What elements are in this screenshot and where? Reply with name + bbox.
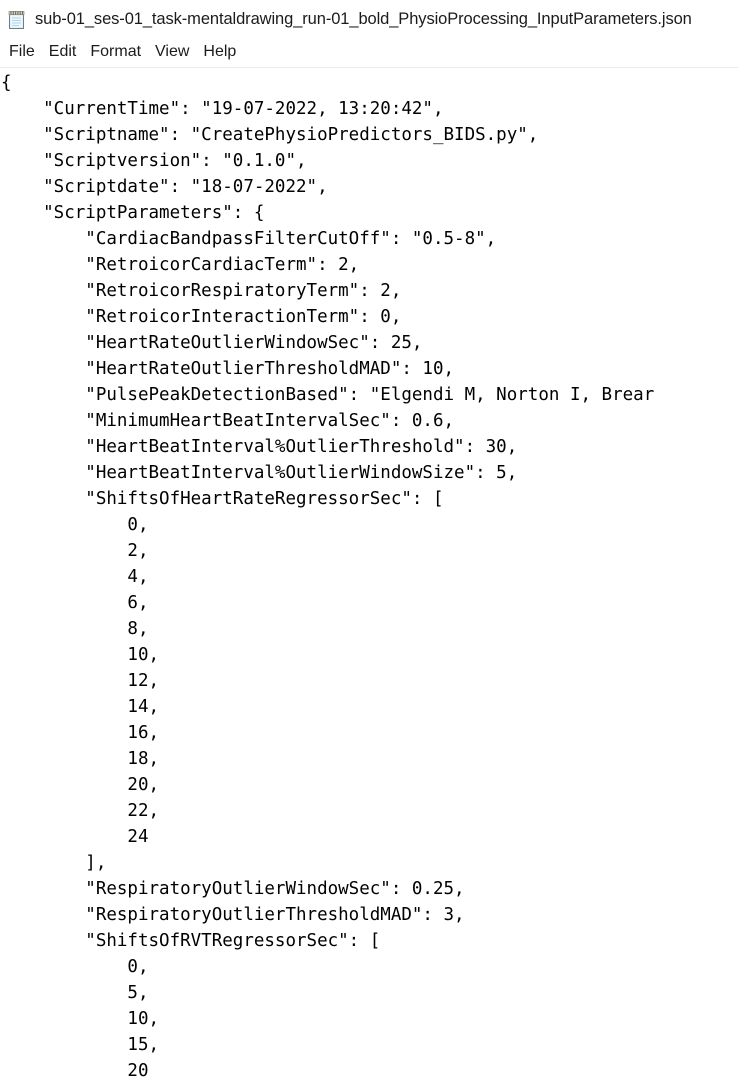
code-line: "Scriptname": "CreatePhysioPredictors_BI… [1, 125, 539, 145]
code-line: 10, [1, 1009, 160, 1029]
title-bar: sub-01_ses-01_task-mentaldrawing_run-01_… [0, 0, 738, 38]
code-line: "HeartBeatInterval%OutlierThreshold": 30… [1, 437, 518, 457]
code-line: 16, [1, 723, 160, 743]
code-line: "Scriptversion": "0.1.0", [1, 151, 307, 171]
code-line: "PulsePeakDetectionBased": "Elgendi M, N… [1, 385, 655, 405]
menu-item-file[interactable]: File [2, 41, 42, 64]
code-line: "CurrentTime": "19-07-2022, 13:20:42", [1, 99, 444, 119]
code-line: 6, [1, 593, 149, 613]
window-title: sub-01_ses-01_task-mentaldrawing_run-01_… [35, 10, 692, 28]
menu-item-help[interactable]: Help [196, 41, 243, 64]
code-line: "RespiratoryOutlierWindowSec": 0.25, [1, 879, 465, 899]
code-line: 18, [1, 749, 160, 769]
code-line: { [1, 73, 12, 93]
code-line: ], [1, 853, 107, 873]
menu-item-view[interactable]: View [148, 41, 196, 64]
menu-item-edit[interactable]: Edit [42, 41, 84, 64]
code-line: 2, [1, 541, 149, 561]
code-line: 20, [1, 775, 160, 795]
code-line: "RespiratoryOutlierThresholdMAD": 3, [1, 905, 465, 925]
code-line: 14, [1, 697, 160, 717]
code-line: "ScriptParameters": { [1, 203, 265, 223]
code-line: 24 [1, 827, 149, 847]
code-line: "HeartRateOutlierWindowSec": 25, [1, 333, 423, 353]
code-line: "MinimumHeartBeatIntervalSec": 0.6, [1, 411, 455, 431]
code-line: 10, [1, 645, 160, 665]
code-line: 0, [1, 957, 149, 977]
code-line: "RetroicorCardiacTerm": 2, [1, 255, 360, 275]
code-line: 5, [1, 983, 149, 1003]
code-line: "Scriptdate": "18-07-2022", [1, 177, 328, 197]
menu-bar: File Edit Format View Help [0, 38, 738, 68]
code-line: "ShiftsOfHeartRateRegressorSec": [ [1, 489, 444, 509]
menu-item-format[interactable]: Format [83, 41, 148, 64]
code-line: "HeartRateOutlierThresholdMAD": 10, [1, 359, 455, 379]
code-line: 22, [1, 801, 160, 821]
code-line: 4, [1, 567, 149, 587]
text-editor-area[interactable]: { "CurrentTime": "19-07-2022, 13:20:42",… [0, 68, 738, 1083]
code-line: 8, [1, 619, 149, 639]
code-line: 12, [1, 671, 160, 691]
document-text[interactable]: { "CurrentTime": "19-07-2022, 13:20:42",… [0, 70, 738, 1083]
code-line: "RetroicorInteractionTerm": 0, [1, 307, 402, 327]
code-line: "ShiftsOfRVTRegressorSec": [ [1, 931, 381, 951]
code-line: "HeartBeatInterval%OutlierWindowSize": 5… [1, 463, 518, 483]
code-line: "RetroicorRespiratoryTerm": 2, [1, 281, 402, 301]
code-line: "CardiacBandpassFilterCutOff": "0.5-8", [1, 229, 497, 249]
code-line: 20 [1, 1061, 149, 1081]
code-line: 0, [1, 515, 149, 535]
code-line: 15, [1, 1035, 160, 1055]
notepad-window: sub-01_ses-01_task-mentaldrawing_run-01_… [0, 0, 738, 1083]
notepad-icon [6, 9, 28, 31]
